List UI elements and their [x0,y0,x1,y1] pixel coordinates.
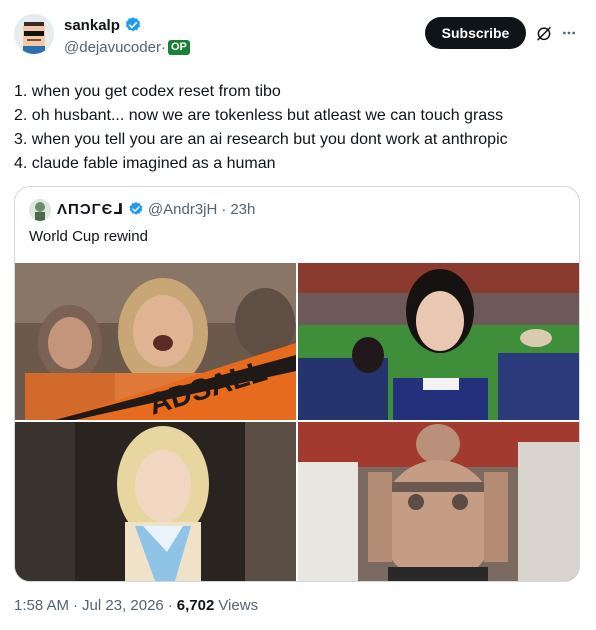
pixel-avatar-icon [14,14,54,54]
tweet-text: 1. when you get codex reset from tibo 2.… [14,80,584,176]
meta-separator: · [167,597,173,614]
media-blonde-woman[interactable] [15,422,296,581]
media-stadium-fan[interactable] [298,263,579,420]
quote-time[interactable]: 23h [230,201,255,218]
verified-badge-icon [129,202,143,215]
tweet-line: 3. when you tell you are an ai research … [14,131,508,148]
quote-handle[interactable]: @Andr3jH [148,201,217,218]
quote-author-avatar[interactable] [29,199,51,221]
media-cheering-fan[interactable]: ADSALL [15,263,296,420]
grok-icon[interactable] [535,23,553,43]
more-icon[interactable] [560,25,578,41]
handle-separator: · [160,39,166,56]
tweet-line: 1. when you get codex reset from tibo [14,83,281,100]
author-avatar[interactable] [14,14,54,54]
cheering-fan-image: ADSALL [15,263,296,420]
shirtless-fan-image [298,422,579,581]
stadium-fan-image [298,263,579,420]
verified-badge-icon [125,17,140,32]
quote-text: World Cup rewind [29,228,148,245]
author-display-name[interactable]: sankalp [64,17,120,34]
blonde-woman-image [15,422,296,581]
media-shirtless-fan[interactable] [298,422,579,581]
tweet-time[interactable]: 1:58 AM [14,597,69,614]
quote-time-separator: · [221,200,227,218]
quote-tweet-card[interactable]: ΛΠϽΓЄ⅃ @Andr3jH · 23h World Cup rewind A… [14,186,580,582]
views-label: Views [218,597,259,614]
tweet-meta: 1:58 AM · Jul 23, 2026 · 6,702 Views [14,597,258,614]
op-badge: OP [167,40,190,55]
quote-media-grid: ADSALL [15,263,579,581]
author-handle[interactable]: @dejavucoder [64,39,161,56]
quote-header: ΛΠϽΓЄ⅃ @Andr3jH · 23h [57,200,255,219]
author-name-row[interactable]: sankalp [64,16,142,34]
views-count: 6,702 [176,597,215,614]
tweet-date[interactable]: Jul 23, 2026 [82,597,164,614]
author-handle-row: @dejavucoder · OP [64,39,190,56]
meta-separator: · [73,597,79,614]
quote-avatar-icon [29,199,51,221]
tweet-line: 4. claude fable imagined as a human [14,155,276,172]
quote-display-name[interactable]: ΛΠϽΓЄ⅃ [57,200,124,218]
subscribe-button[interactable]: Subscribe [425,17,526,49]
tweet-line: 2. oh husbant... now we are tokenless bu… [14,107,504,124]
